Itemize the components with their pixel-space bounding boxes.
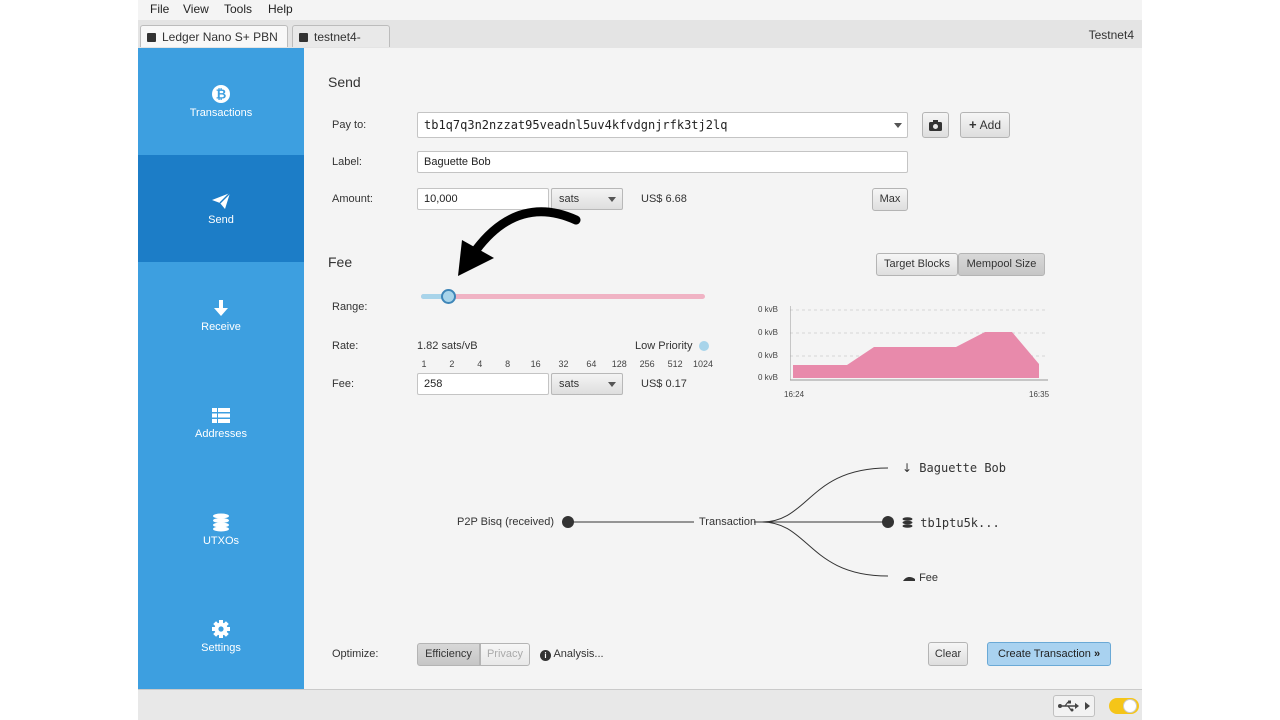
list-icon [212,408,230,423]
wallet-icon [299,33,308,42]
sidebar-item-addresses[interactable]: Addresses [138,369,304,476]
fee-output: Fee [902,572,938,584]
status-bar [138,689,1142,720]
sidebar-item-transactions[interactable]: ₿ Transactions [138,48,304,155]
fee-output-label: Fee [919,572,939,584]
sidebar-item-label: Transactions [189,107,253,119]
wallet-icon [147,33,156,42]
tab-testnet4-main[interactable]: testnet4-main [292,25,390,66]
arrow-down-icon: ↓ [902,461,913,475]
device-status-button[interactable] [1053,695,1095,717]
change-output: tb1ptu5k... [902,516,1000,530]
sidebar-item-utxos[interactable]: UTXOs [138,476,304,583]
usb-icon [1058,700,1079,712]
svg-text:₿: ₿ [216,88,227,103]
sidebar-item-receive[interactable]: Receive [138,262,304,369]
analysis-label: Analysis... [553,648,604,660]
toggle-knob [1123,699,1137,713]
network-label: Testnet4 [1088,28,1134,42]
analysis-link[interactable]: i Analysis... [540,648,604,661]
menu-file[interactable]: File [150,2,169,16]
sidebar-item-label: Send [208,214,234,226]
menu-help[interactable]: Help [268,2,293,16]
input-label: P2P Bisq (received) [457,516,555,528]
sidebar-item-send[interactable]: Send [138,155,304,262]
double-chevron-right-icon: » [1093,648,1101,660]
sidebar: ₿ Transactions Send Receive Addresses UT… [138,48,304,689]
sidebar-item-label: UTXOs [202,535,240,547]
recipient-output-label: Baguette Bob [919,461,1006,475]
wallet-tab-bar: Ledger Nano S+ PBN ✕ testnet4-main Testn… [138,20,1142,66]
arrow-down-icon [214,300,228,316]
optimize-label: Optimize: [332,648,379,660]
server-toggle[interactable] [1109,698,1139,714]
recipient-output: ↓ Baguette Bob [902,461,1006,475]
bitcoin-icon: ₿ [212,85,230,103]
hand-coin-icon [903,576,915,581]
annotation-arrow [458,207,581,276]
menu-tools[interactable]: Tools [224,2,252,16]
tab-label: Ledger Nano S+ PBN [162,30,278,44]
input-node [562,516,574,528]
clear-button[interactable]: Clear [928,642,968,666]
efficiency-toggle[interactable]: Efficiency [417,643,480,666]
tab-ledger-wallet[interactable]: Ledger Nano S+ PBN ✕ [140,25,288,66]
sidebar-item-label: Addresses [195,428,247,440]
info-icon: i [540,650,551,661]
gear-icon [212,620,230,638]
change-output-label: tb1ptu5k... [920,516,1000,530]
transaction-diagram-lines [562,467,894,577]
change-output-node [882,516,894,528]
menu-bar: File View Tools Help [138,0,1142,20]
sidebar-item-label: Receive [201,321,241,333]
app-window: File View Tools Help Ledger Nano S+ PBN … [138,0,1142,720]
menu-view[interactable]: View [183,2,209,16]
sidebar-item-label: Settings [201,642,241,654]
play-icon [1085,702,1090,710]
coins-icon [902,517,913,528]
create-transaction-label: Create Transaction [997,648,1091,660]
transaction-label: Transaction [699,516,757,528]
coins-icon [213,513,229,532]
send-panel: Send Pay to: tb1q7q3n2nzzat95veadnl5uv4k… [304,48,1142,689]
paper-plane-icon [212,192,231,209]
sidebar-item-settings[interactable]: Settings [138,583,304,690]
create-transaction-button[interactable]: Create Transaction » [987,642,1111,666]
privacy-toggle[interactable]: Privacy [480,643,530,666]
